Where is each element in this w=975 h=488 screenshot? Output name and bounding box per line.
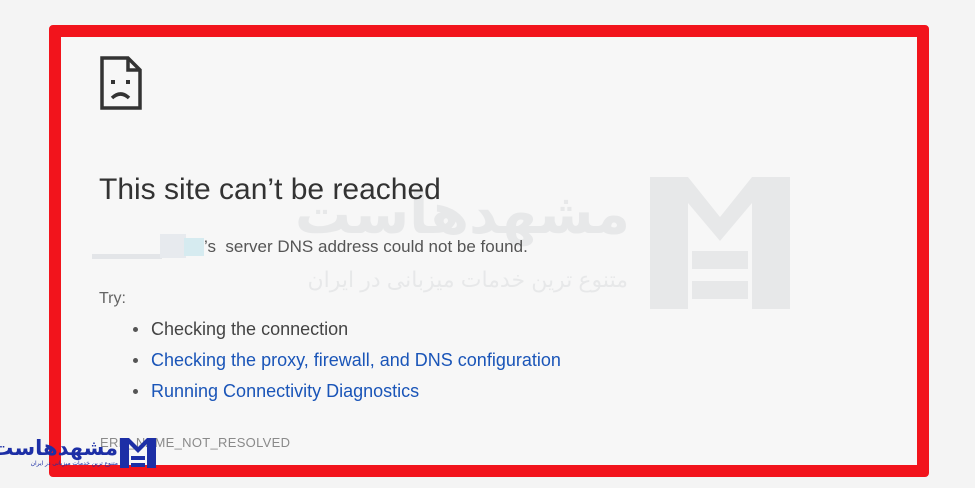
sad-page-icon <box>100 56 142 110</box>
watermark-logo-icon <box>650 177 790 309</box>
error-page: مشهدهاست متنوع ترین خدمات میزبانی در ایر… <box>0 0 975 488</box>
list-item: Running Connectivity Diagnostics <box>131 380 561 411</box>
error-message: ’s server DNS address could not be found… <box>204 237 528 256</box>
corner-logo-brand: مشهدهاست <box>0 437 118 460</box>
corner-logo-icon <box>120 438 156 468</box>
corner-brand-logo: مشهدهاست متنوع ترین خدمات میزبانی در ایر… <box>0 436 156 472</box>
suggestion-connectivity-diagnostics-link[interactable]: Running Connectivity Diagnostics <box>151 381 419 401</box>
list-item: Checking the connection <box>131 318 561 349</box>
corner-logo-tagline: متنوع ترین خدمات میزبانی در ایران <box>30 461 118 467</box>
suggestion-list: Checking the connection Checking the pro… <box>131 318 561 411</box>
page-title: This site can’t be reached <box>99 173 441 206</box>
try-label: Try: <box>99 290 126 307</box>
suggestion-proxy-firewall-dns-link[interactable]: Checking the proxy, firewall, and DNS co… <box>151 350 561 370</box>
suggestion-check-connection: Checking the connection <box>151 319 349 339</box>
redacted-hostname <box>92 232 204 260</box>
list-item: Checking the proxy, firewall, and DNS co… <box>131 349 561 380</box>
watermark-tagline: متنوع ترین خدمات میزبانی در ایران <box>307 267 628 292</box>
